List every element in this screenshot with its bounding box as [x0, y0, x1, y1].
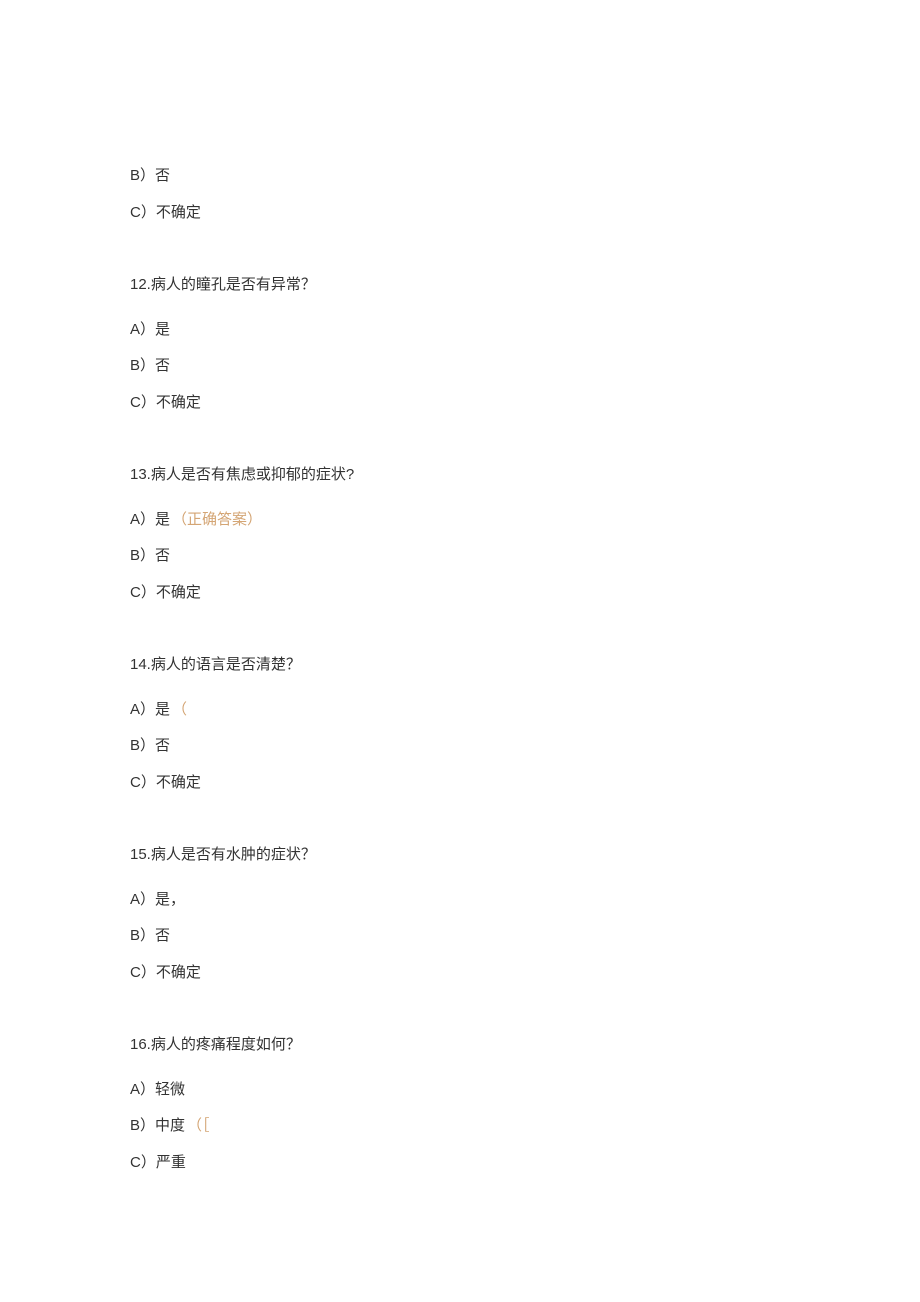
option-label: B）否 [130, 167, 170, 184]
option-item: C）严重 [130, 1152, 790, 1175]
option-label: B）否 [130, 547, 170, 564]
option-item: C）不确定 [130, 202, 790, 225]
option-item: B）否 [130, 925, 790, 948]
option-item: B）否 [130, 735, 790, 758]
question-number: 12. [130, 276, 151, 293]
question-12: 12.病人的瞳孔是否有异常？ A）是 B）否 C）不确定 [130, 274, 790, 414]
partial-marker: （ [172, 701, 187, 718]
question-body: 病人的瞳孔是否有异常？ [151, 276, 316, 293]
question-body: 病人的疼痛程度如何？ [151, 1036, 301, 1053]
option-label: C）严重 [130, 1154, 186, 1171]
question-body: 病人是否有水肿的症状？ [151, 846, 316, 863]
option-item: A）是（正确答案） [130, 509, 790, 532]
question-text: 15.病人是否有水肿的症状？ [130, 844, 790, 867]
option-label: A）是 [130, 321, 170, 338]
question-body: 病人是否有焦虑或抑郁的症状? [151, 466, 354, 483]
option-label: C）不确定 [130, 964, 201, 981]
question-text: 13.病人是否有焦虑或抑郁的症状? [130, 464, 790, 487]
option-label: C）不确定 [130, 774, 201, 791]
option-label: C）不确定 [130, 584, 201, 601]
option-label: B）中度 [130, 1117, 185, 1134]
question-body: 病人的语言是否清楚？ [151, 656, 301, 673]
correct-answer-marker: （正确答案） [172, 511, 262, 528]
option-item: A）是（ [130, 699, 790, 722]
question-text: 14.病人的语言是否清楚？ [130, 654, 790, 677]
question-text: 12.病人的瞳孔是否有异常？ [130, 274, 790, 297]
option-item: B）否 [130, 165, 790, 188]
option-label: B）否 [130, 357, 170, 374]
option-label: C）不确定 [130, 204, 201, 221]
option-label: B）否 [130, 737, 170, 754]
question-15: 15.病人是否有水肿的症状？ A）是， B）否 C）不确定 [130, 844, 790, 984]
option-item: C）不确定 [130, 772, 790, 795]
orphan-options-group: B）否 C）不确定 [130, 165, 790, 224]
option-label: A）是 [130, 701, 170, 718]
option-label: B）否 [130, 927, 170, 944]
partial-marker: （［ [187, 1117, 210, 1134]
option-item: B）中度（［ [130, 1115, 790, 1138]
option-item: B）否 [130, 355, 790, 378]
option-item: A）轻微 [130, 1079, 790, 1102]
question-number: 14. [130, 656, 151, 673]
question-14: 14.病人的语言是否清楚？ A）是（ B）否 C）不确定 [130, 654, 790, 794]
option-item: B）否 [130, 545, 790, 568]
option-item: C）不确定 [130, 962, 790, 985]
question-number: 16. [130, 1036, 151, 1053]
option-label: A）是， [130, 891, 185, 908]
question-number: 15. [130, 846, 151, 863]
question-16: 16.病人的疼痛程度如何？ A）轻微 B）中度（［ C）严重 [130, 1034, 790, 1174]
option-item: A）是 [130, 319, 790, 342]
option-label: A）是 [130, 511, 170, 528]
option-item: A）是， [130, 889, 790, 912]
option-item: C）不确定 [130, 582, 790, 605]
option-item: C）不确定 [130, 392, 790, 415]
question-text: 16.病人的疼痛程度如何？ [130, 1034, 790, 1057]
question-number: 13. [130, 466, 151, 483]
option-label: C）不确定 [130, 394, 201, 411]
option-label: A）轻微 [130, 1081, 185, 1098]
question-13: 13.病人是否有焦虑或抑郁的症状? A）是（正确答案） B）否 C）不确定 [130, 464, 790, 604]
